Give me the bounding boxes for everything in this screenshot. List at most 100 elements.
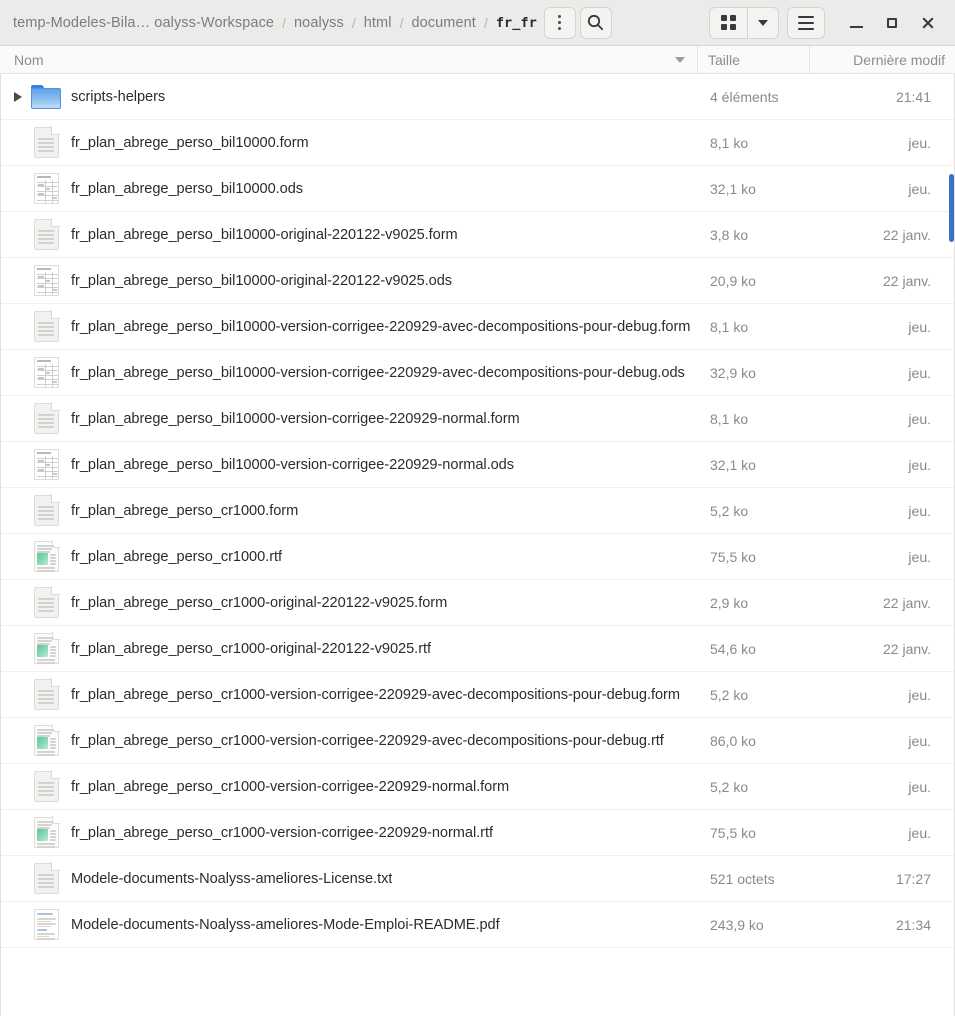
file-name-cell[interactable]: Modele-documents-Noalyss-ameliores-Licen… [1, 862, 698, 894]
document-icon [33, 770, 60, 802]
table-row[interactable]: fr_plan_abrege_perso_bil10000-version-co… [1, 304, 955, 350]
file-name-cell[interactable]: scripts-helpers [1, 84, 698, 109]
file-name-label: fr_plan_abrege_perso_bil10000-version-co… [71, 364, 685, 381]
file-name-label: fr_plan_abrege_perso_bil10000-original-2… [71, 272, 453, 289]
table-row[interactable]: fr_plan_abrege_perso_cr1000-version-corr… [1, 764, 955, 810]
table-row[interactable]: fr_plan_abrege_perso_cr1000.rtf 75,5 ko je… [1, 534, 955, 580]
file-name-cell[interactable]: fr_plan_abrege_perso_bil10000-version-co… [1, 357, 698, 388]
document-icon [33, 218, 60, 250]
search-icon [588, 14, 604, 31]
file-name-cell[interactable]: fr_plan_abrege_perso_cr1000-version-corr… [1, 678, 698, 710]
file-name-label: fr_plan_abrege_perso_cr1000-version-corr… [71, 686, 680, 703]
file-name-cell[interactable]: fr_plan_abrege_perso_cr1000-version-corr… [1, 816, 698, 848]
file-icon-slot [29, 770, 63, 802]
breadcrumb-item-3[interactable]: document [406, 12, 480, 34]
file-name-cell[interactable]: fr_plan_abrege_perso_bil10000-original-2… [1, 218, 698, 250]
file-modified-cell: 22 janv. [883, 226, 931, 243]
file-size-cell: 5,2 ko [710, 686, 749, 703]
file-name-cell[interactable]: fr_plan_abrege_perso_bil10000.form [1, 126, 698, 158]
grid-icon [721, 15, 736, 30]
header-bar: temp-Modeles-Bila… oalyss-Workspace / noal… [0, 0, 955, 46]
breadcrumb-item-2[interactable]: html [359, 12, 397, 34]
document-icon [33, 126, 60, 158]
file-name-label: fr_plan_abrege_perso_bil10000-version-co… [71, 456, 515, 473]
table-row[interactable]: fr_plan_abrege_perso_bil10000-original-2… [1, 258, 955, 304]
close-button[interactable] [911, 6, 945, 40]
table-row[interactable]: Modele-documents-Noalyss-ameliores-Mode-… [1, 902, 955, 948]
file-name-cell[interactable]: fr_plan_abrege_perso_bil10000-version-co… [1, 310, 698, 342]
file-size-cell: 75,5 ko [710, 824, 756, 841]
file-icon-slot [29, 586, 63, 618]
file-size-cell: 32,1 ko [710, 180, 756, 197]
file-name-label: Modele-documents-Noalyss-ameliores-Licen… [71, 870, 393, 887]
file-size-cell: 8,1 ko [710, 318, 749, 335]
file-name-cell[interactable]: fr_plan_abrege_perso_cr1000-version-corr… [1, 724, 698, 756]
file-size-cell: 86,0 ko [710, 732, 756, 749]
file-name-cell[interactable]: fr_plan_abrege_perso_bil10000-version-co… [1, 402, 698, 434]
file-modified-cell: jeu. [908, 180, 931, 197]
file-name-label: fr_plan_abrege_perso_cr1000.form [71, 502, 299, 519]
maximize-icon [887, 17, 897, 28]
file-size-cell: 3,8 ko [710, 226, 749, 243]
document-icon [33, 310, 60, 342]
close-icon [921, 16, 935, 30]
file-name-cell[interactable]: fr_plan_abrege_perso_cr1000-original-220… [1, 586, 698, 618]
table-row[interactable]: fr_plan_abrege_perso_cr1000-version-corr… [1, 672, 955, 718]
table-row[interactable]: fr_plan_abrege_perso_cr1000-version-corr… [1, 810, 955, 856]
file-name-label: fr_plan_abrege_perso_cr1000-original-220… [71, 640, 432, 657]
file-name-cell[interactable]: fr_plan_abrege_perso_cr1000.rtf [1, 540, 698, 572]
column-header-size[interactable]: Taille [698, 46, 810, 73]
minimize-button[interactable] [839, 6, 873, 40]
view-options-dropdown[interactable] [747, 6, 779, 39]
breadcrumb-item-4[interactable]: fr_fr [491, 12, 542, 34]
file-name-cell[interactable]: fr_plan_abrege_perso_bil10000-version-co… [1, 449, 698, 480]
file-modified-cell: jeu. [908, 778, 931, 795]
column-header-size-label: Taille [708, 51, 740, 68]
file-size-cell: 32,1 ko [710, 456, 756, 473]
table-row[interactable]: Modele-documents-Noalyss-ameliores-Licen… [1, 856, 955, 902]
file-icon-slot [29, 494, 63, 526]
file-size-cell: 20,9 ko [710, 272, 756, 289]
table-row[interactable]: fr_plan_abrege_perso_bil10000-original-2… [1, 212, 955, 258]
vertical-scrollbar[interactable] [947, 74, 955, 1016]
table-row[interactable]: fr_plan_abrege_perso_cr1000.form 5,2 ko je… [1, 488, 955, 534]
file-list: scripts-helpers 4 éléments 21:41 fr_plan_ab… [1, 74, 955, 948]
file-name-cell[interactable]: fr_plan_abrege_perso_cr1000-version-corr… [1, 770, 698, 802]
file-size-cell: 8,1 ko [710, 410, 749, 427]
pdf-icon [33, 909, 59, 940]
hamburger-icon [798, 15, 814, 30]
expand-triangle-icon[interactable] [7, 91, 29, 102]
table-row[interactable]: fr_plan_abrege_perso_cr1000-original-220… [1, 580, 955, 626]
column-header-name-label: Nom [14, 51, 44, 68]
table-row[interactable]: fr_plan_abrege_perso_bil10000.form 8,1 ko… [1, 120, 955, 166]
breadcrumb-item-1[interactable]: noalyss [289, 12, 349, 34]
minimize-icon [849, 25, 863, 28]
file-name-label: fr_plan_abrege_perso_bil10000-version-co… [71, 410, 520, 427]
search-button[interactable] [579, 6, 612, 39]
breadcrumb-item-0[interactable]: temp-Modeles-Bila… oalyss-Workspace [6, 12, 279, 34]
column-header-modified[interactable]: Dernière modif [810, 46, 955, 73]
file-name-cell[interactable]: fr_plan_abrege_perso_cr1000-original-220… [1, 632, 698, 664]
table-row[interactable]: fr_plan_abrege_perso_cr1000-original-220… [1, 626, 955, 672]
table-row[interactable]: fr_plan_abrege_perso_cr1000-version-corr… [1, 718, 955, 764]
file-name-label: fr_plan_abrege_perso_bil10000.form [71, 134, 309, 151]
file-modified-cell: jeu. [908, 686, 931, 703]
file-list-container[interactable]: scripts-helpers 4 éléments 21:41 fr_plan_ab… [0, 74, 955, 1016]
table-row[interactable]: fr_plan_abrege_perso_bil10000.ods 32,1 ko… [1, 166, 955, 212]
column-header-name[interactable]: Nom [0, 46, 698, 73]
table-row[interactable]: fr_plan_abrege_perso_bil10000-version-co… [1, 396, 955, 442]
file-name-cell[interactable]: fr_plan_abrege_perso_bil10000-original-2… [1, 265, 698, 296]
main-menu-button[interactable] [787, 6, 825, 39]
table-row[interactable]: fr_plan_abrege_perso_bil10000-version-co… [1, 350, 955, 396]
file-name-cell[interactable]: Modele-documents-Noalyss-ameliores-Mode-… [1, 909, 698, 940]
file-icon-slot [29, 265, 63, 296]
grid-view-button[interactable] [709, 6, 747, 39]
scrollbar-thumb[interactable] [949, 174, 954, 242]
file-name-cell[interactable]: fr_plan_abrege_perso_cr1000.form [1, 494, 698, 526]
maximize-button[interactable] [875, 6, 909, 40]
table-row[interactable]: fr_plan_abrege_perso_bil10000-version-co… [1, 442, 955, 488]
table-row[interactable]: scripts-helpers 4 éléments 21:41 [1, 74, 955, 120]
file-name-cell[interactable]: fr_plan_abrege_perso_bil10000.ods [1, 173, 698, 204]
file-modified-cell: jeu. [908, 548, 931, 565]
menu-dots-button[interactable] [543, 6, 576, 39]
